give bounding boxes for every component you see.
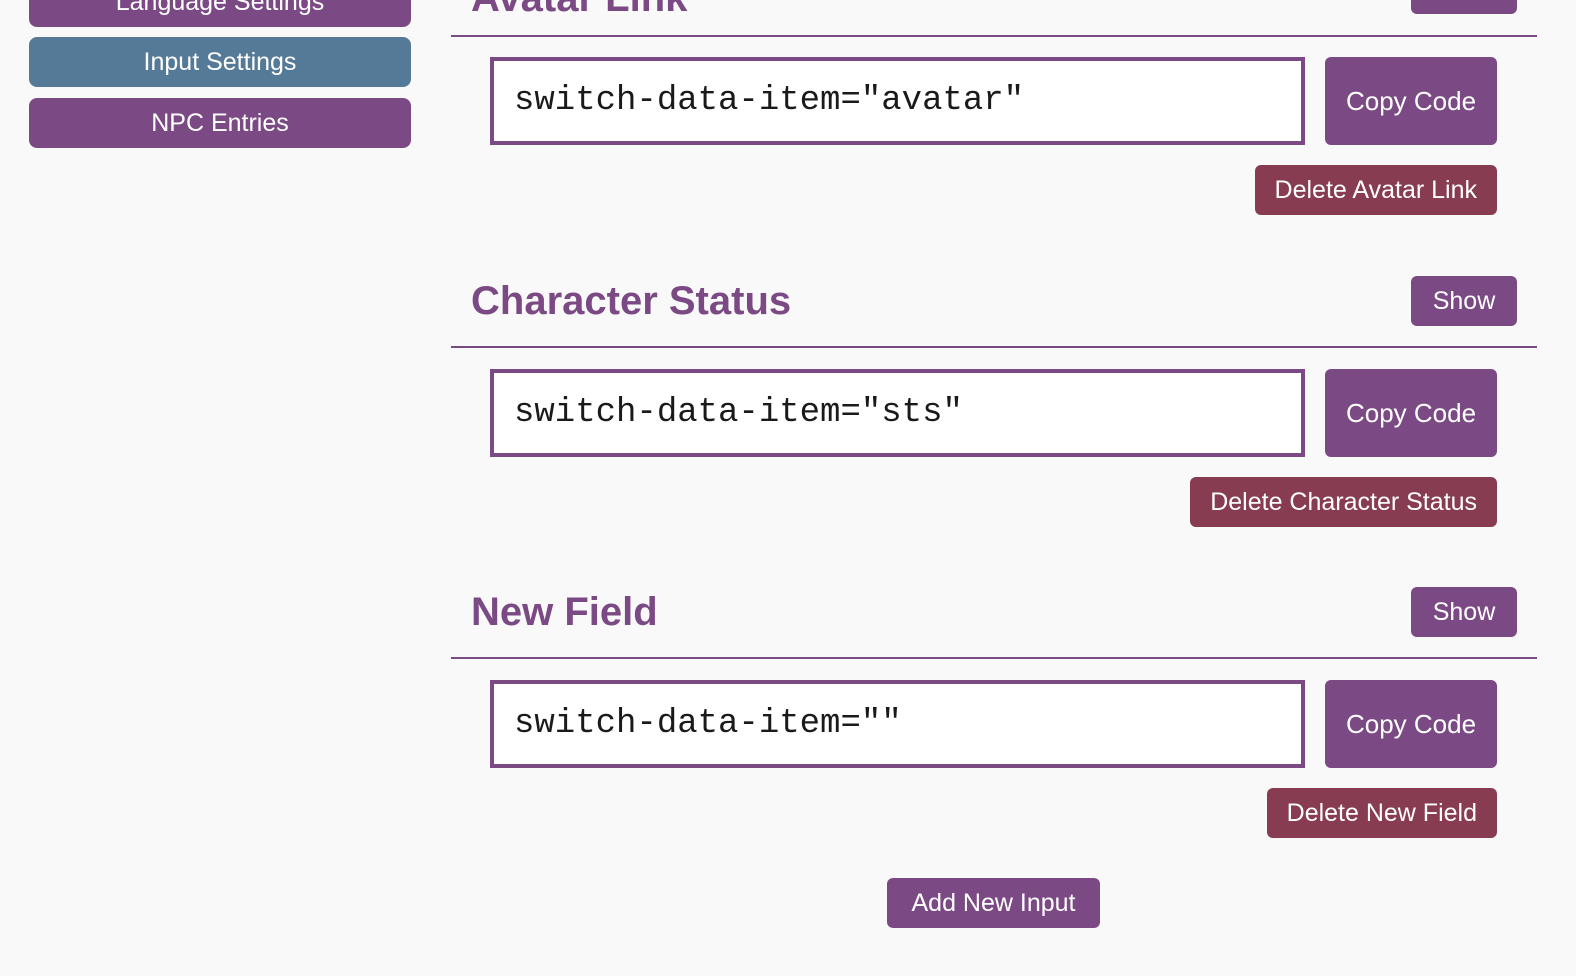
- show-button[interactable]: Show: [1411, 587, 1517, 637]
- section-title: Character Status: [471, 279, 792, 323]
- delete-field-button[interactable]: Delete New Field: [1266, 788, 1497, 838]
- delete-field-button[interactable]: Delete Avatar Link: [1254, 165, 1497, 215]
- section-divider: [451, 35, 1537, 37]
- code-field[interactable]: switch-data-item="avatar": [490, 57, 1305, 145]
- copy-code-button[interactable]: Copy Code: [1325, 57, 1497, 145]
- sidebar-item-language-settings[interactable]: Language Settings: [29, 0, 411, 27]
- copy-code-button[interactable]: Copy Code: [1325, 369, 1497, 457]
- code-field[interactable]: switch-data-item="sts": [490, 369, 1305, 457]
- section-divider: [451, 346, 1537, 348]
- show-button[interactable]: Show: [1411, 0, 1517, 14]
- section-divider: [451, 657, 1537, 659]
- sidebar-item-npc-entries[interactable]: NPC Entries: [29, 98, 411, 148]
- add-new-input-button[interactable]: Add New Input: [887, 878, 1100, 928]
- show-button[interactable]: Show: [1411, 276, 1517, 326]
- delete-field-button[interactable]: Delete Character Status: [1190, 477, 1497, 527]
- sidebar-item-input-settings[interactable]: Input Settings: [29, 37, 411, 87]
- copy-code-button[interactable]: Copy Code: [1325, 680, 1497, 768]
- code-field[interactable]: switch-data-item="": [490, 680, 1305, 768]
- main-content: Avatar Link Show switch-data-item="avata…: [451, 0, 1537, 976]
- section-title: Avatar Link: [471, 0, 687, 18]
- section-title: New Field: [471, 590, 658, 634]
